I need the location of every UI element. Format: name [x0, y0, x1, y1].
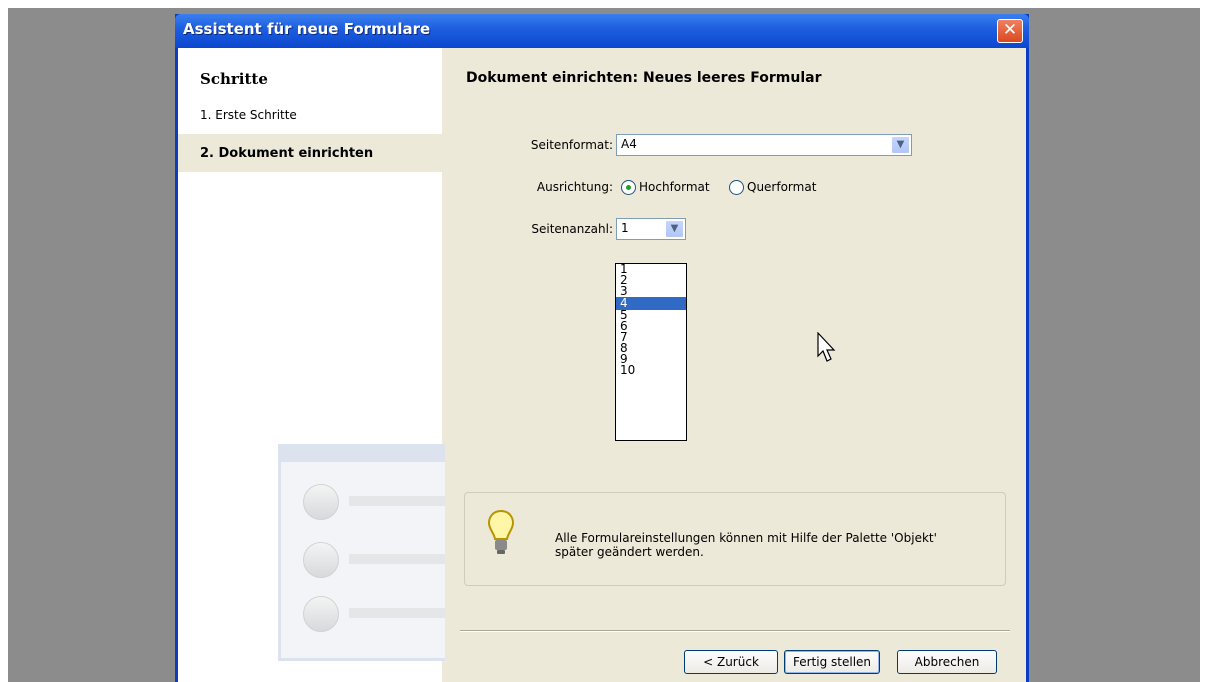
finish-button[interactable]: Fertig stellen — [784, 650, 880, 674]
illustration-circle — [303, 596, 339, 632]
chevron-down-icon[interactable]: ▼ — [891, 136, 910, 154]
lightbulb-icon — [487, 509, 515, 554]
radio-checked-dot — [626, 185, 631, 190]
steps-sidebar: Schritte 1. Erste Schritte 2. Dokument e… — [178, 48, 445, 682]
page-heading: Dokument einrichten: Neues leeres Formul… — [466, 70, 822, 86]
page-count-label: Seitenanzahl: — [531, 222, 613, 236]
step-dokument-einrichten: 2. Dokument einrichten — [200, 146, 374, 161]
back-button[interactable]: < Zurück — [684, 650, 778, 674]
page-format-label: Seitenformat: — [530, 138, 613, 152]
tip-box: Alle Formulareinstellungen können mit Hi… — [464, 492, 1006, 586]
dropdown-option[interactable]: 10 — [616, 364, 686, 376]
page-format-value: A4 — [621, 137, 637, 151]
page-format-select[interactable]: A4 ▼ — [616, 134, 912, 156]
window-title: Assistent für neue Formulare — [183, 20, 431, 38]
page-count-value: 1 — [621, 221, 629, 235]
cancel-button[interactable]: Abbrechen — [897, 650, 997, 674]
mouse-pointer-icon — [817, 332, 836, 362]
orientation-label: Ausrichtung: — [536, 180, 613, 194]
chevron-down-icon[interactable]: ▼ — [665, 220, 684, 238]
illustration-line — [349, 496, 445, 506]
title-bar[interactable]: Assistent für neue Formulare ✕ — [175, 14, 1029, 48]
tip-text: Alle Formulareinstellungen können mit Hi… — [555, 531, 995, 559]
radio-querformat[interactable] — [729, 180, 744, 195]
tip-text-line-1: Alle Formulareinstellungen können mit Hi… — [555, 531, 937, 545]
radio-querformat-label[interactable]: Querformat — [747, 180, 816, 194]
illustration-line — [349, 608, 445, 618]
dialog-client: Schritte 1. Erste Schritte 2. Dokument e… — [178, 48, 1026, 682]
decorative-form-illustration — [278, 444, 445, 661]
steps-title: Schritte — [200, 70, 268, 88]
page-count-select[interactable]: 1 ▼ — [616, 218, 686, 240]
button-separator — [460, 630, 1010, 632]
close-icon: ✕ — [1002, 20, 1018, 40]
radio-hochformat[interactable] — [621, 180, 636, 195]
illustration-circle — [303, 484, 339, 520]
page-count-dropdown-list[interactable]: 1 2 3 4 5 6 7 8 9 10 — [615, 263, 687, 441]
step-erste-schritte: 1. Erste Schritte — [200, 108, 297, 122]
radio-hochformat-label[interactable]: Hochformat — [639, 180, 710, 194]
close-button[interactable]: ✕ — [997, 19, 1023, 43]
tip-text-line-2: später geändert werden. — [555, 545, 704, 559]
wizard-window: Assistent für neue Formulare ✕ Schritte … — [175, 14, 1029, 682]
illustration-line — [349, 554, 445, 564]
illustration-circle — [303, 542, 339, 578]
